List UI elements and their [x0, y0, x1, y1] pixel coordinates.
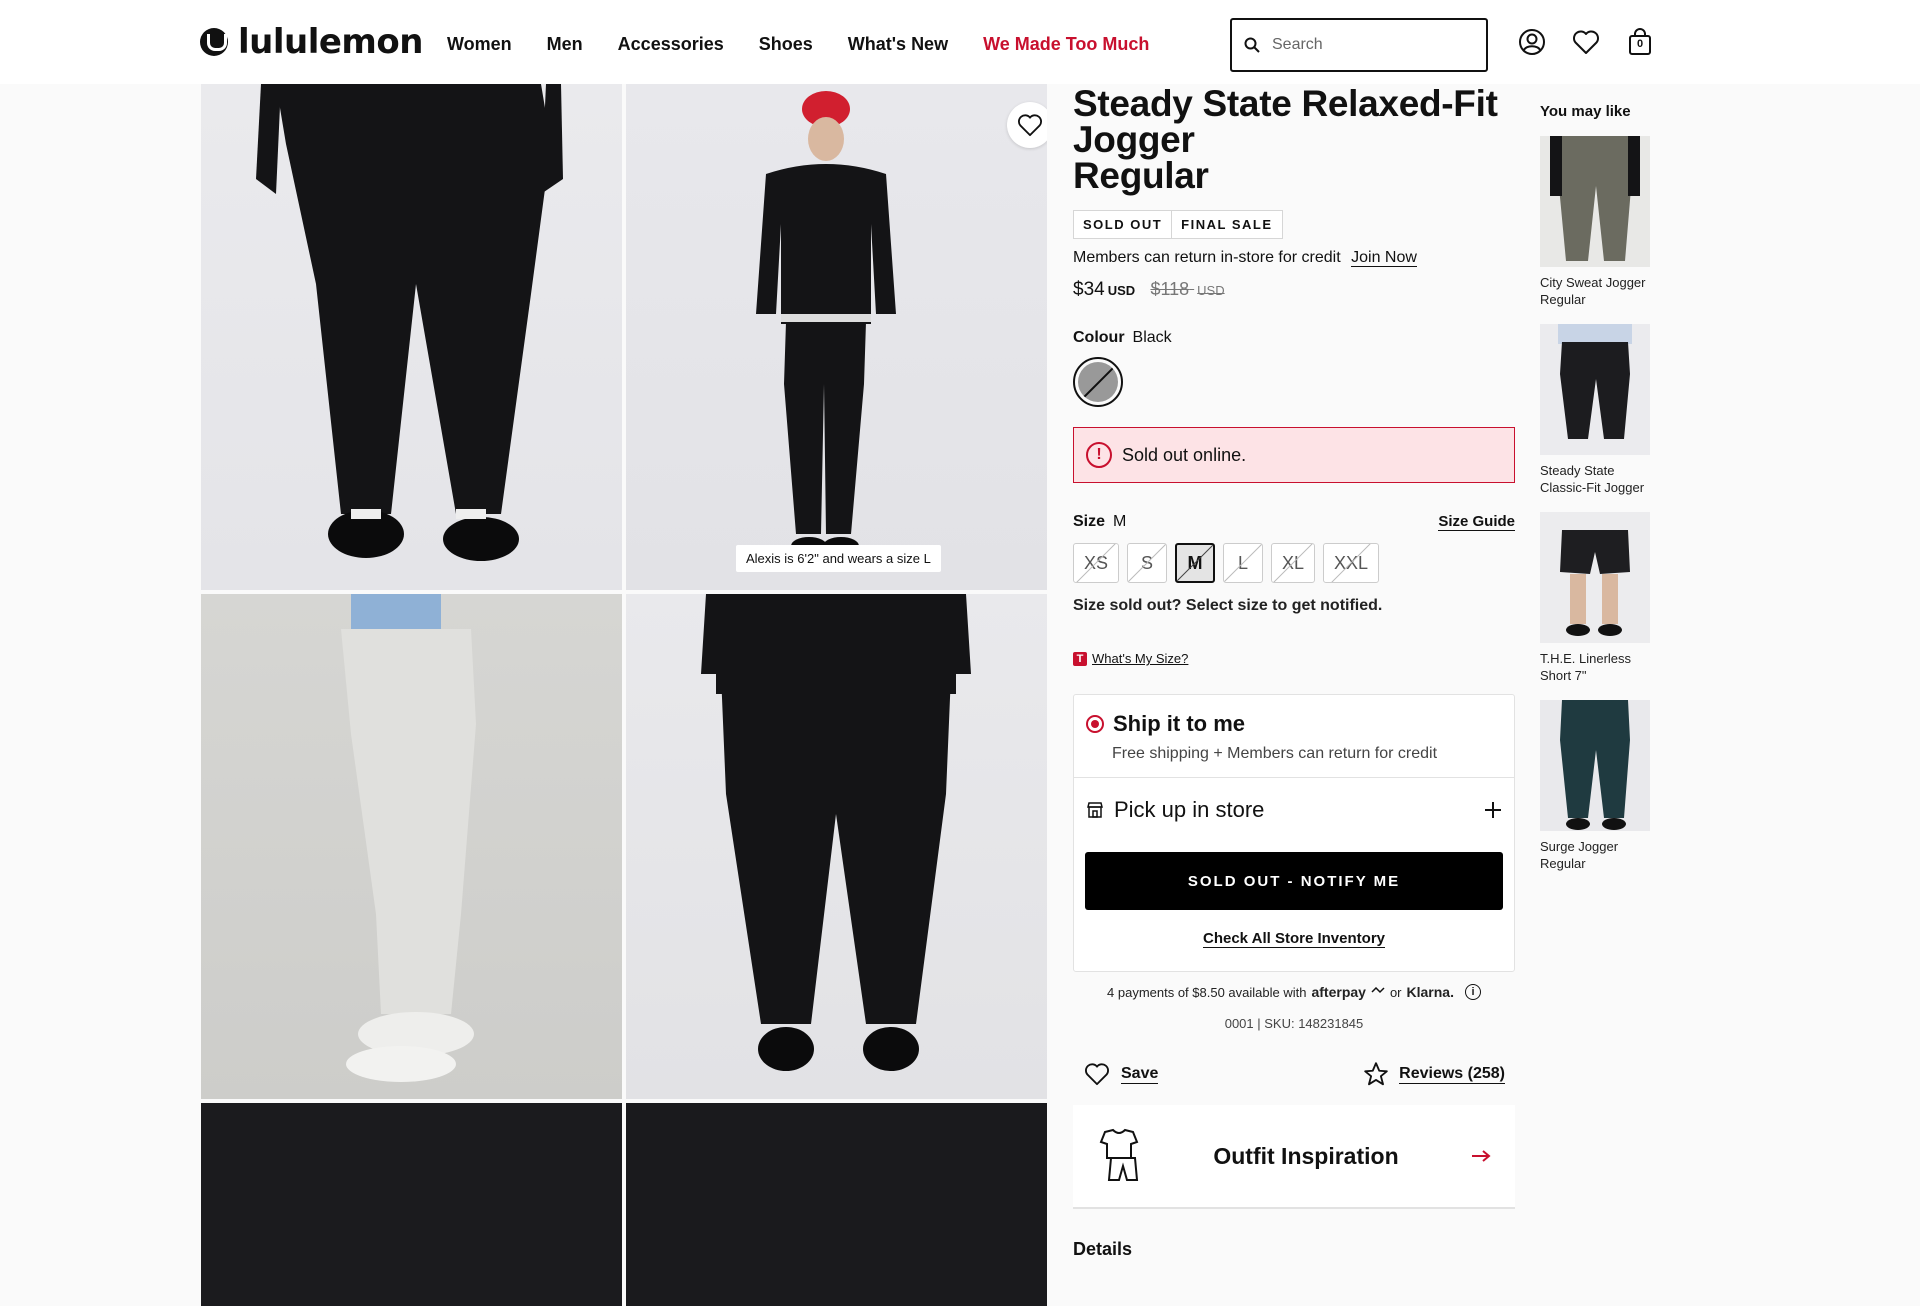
whats-my-size[interactable]: T What's My Size? — [1073, 651, 1515, 666]
save-button[interactable]: Save — [1083, 1061, 1159, 1087]
details-heading: Details — [1073, 1239, 1133, 1259]
info-icon[interactable]: i — [1464, 984, 1481, 1000]
search-icon — [1244, 37, 1260, 53]
outfit-icon — [1099, 1128, 1139, 1181]
brand-logo[interactable]: lululemon — [200, 22, 423, 62]
nav-we-made-too-much[interactable]: We Made Too Much — [983, 34, 1149, 55]
product-image-detail-1[interactable] — [201, 1103, 622, 1306]
recommendation-item[interactable]: Surge Jogger Regular — [1540, 700, 1654, 872]
recommendation-item[interactable]: T.H.E. Linerless Short 7" — [1540, 512, 1654, 684]
afterpay-logo: afterpay — [1311, 984, 1366, 1000]
image-wishlist-button[interactable] — [1007, 102, 1047, 148]
product-image-full-model[interactable]: Alexis is 6'2" and wears a size L — [626, 84, 1047, 590]
recommendation-image[interactable] — [1540, 512, 1650, 643]
product-image-detail-2[interactable] — [626, 1103, 1047, 1306]
product-info: Steady State Relaxed-Fit Jogger Regular … — [1073, 84, 1515, 1260]
payment-options: 4 payments of $8.50 available with after… — [1073, 984, 1515, 1000]
true-fit-icon: T — [1073, 651, 1087, 666]
sale-price: $34 — [1073, 279, 1105, 300]
size-button-xxl[interactable]: XXL — [1323, 543, 1380, 583]
you-may-like: You may like City Sweat Jogger Regular S… — [1540, 103, 1654, 872]
size-selector: XS S M L XL XXL — [1073, 543, 1515, 583]
size-guide-link[interactable]: Size Guide — [1438, 513, 1515, 531]
store-icon — [1087, 802, 1103, 818]
notify-me-button[interactable]: SOLD OUT - NOTIFY ME — [1085, 852, 1503, 910]
save-reviews-row: Save Reviews (258) — [1073, 1061, 1515, 1087]
logo-mark-icon — [200, 28, 228, 56]
whats-my-size-link[interactable]: What's My Size? — [1092, 651, 1188, 666]
main-nav: Women Men Accessories Shoes What's New W… — [447, 34, 1149, 55]
original-price: $118 USD — [1150, 279, 1225, 299]
recommendation-image[interactable] — [1540, 700, 1650, 831]
cart-count: 0 — [1636, 38, 1644, 50]
badge-final-sale: FINAL SALE — [1171, 210, 1283, 239]
pickup-option[interactable]: Pick up in store — [1074, 778, 1514, 842]
sold-out-alert: ! Sold out online. — [1073, 427, 1515, 483]
account-icon[interactable] — [1518, 28, 1546, 56]
heart-icon — [1085, 1063, 1109, 1086]
size-button-xs[interactable]: XS — [1073, 543, 1120, 583]
klarna-logo: Klarna. — [1406, 984, 1454, 1000]
fulfillment-box: Ship it to me Free shipping + Members ca… — [1073, 694, 1515, 972]
badge-sold-out: SOLD OUT — [1073, 210, 1173, 239]
nav-men[interactable]: Men — [547, 34, 583, 55]
size-sold-note: Size sold out? Select size to get notifi… — [1073, 597, 1383, 614]
ship-it-option[interactable]: Ship it to me Free shipping + Members ca… — [1074, 695, 1514, 778]
member-return-note: Members can return in-store for credit J… — [1073, 249, 1417, 267]
product-image-front-legs[interactable] — [201, 84, 622, 590]
product-title: Steady State Relaxed-Fit Jogger Regular — [1073, 83, 1498, 196]
recommendation-image[interactable] — [1540, 324, 1650, 455]
colour-swatch-black[interactable] — [1073, 357, 1123, 407]
recommendation-image[interactable] — [1540, 136, 1650, 267]
you-may-like-title: You may like — [1540, 103, 1631, 120]
nav-accessories[interactable]: Accessories — [618, 34, 724, 55]
search-box[interactable] — [1230, 18, 1488, 72]
plus-icon[interactable] — [1484, 801, 1502, 819]
reviews-link[interactable]: Reviews (258) — [1363, 1061, 1505, 1087]
price: $34 USD $118 USD — [1073, 279, 1225, 300]
heart-icon — [1018, 114, 1042, 137]
product-image-back[interactable] — [626, 594, 1047, 1099]
recommendation-item[interactable]: Steady State Classic-Fit Jogger — [1540, 324, 1654, 496]
nav-whats-new[interactable]: What's New — [848, 34, 948, 55]
product-badges: SOLD OUT FINAL SALE — [1073, 210, 1515, 239]
alert-icon: ! — [1086, 442, 1112, 468]
nav-shoes[interactable]: Shoes — [759, 34, 813, 55]
site-header: lululemon Women Men Accessories Shoes Wh… — [0, 0, 1920, 84]
wishlist-heart-icon[interactable] — [1572, 28, 1600, 56]
sku: 0001 | SKU: 148231845 — [1224, 1016, 1364, 1031]
check-inventory: Check All Store Inventory — [1074, 930, 1514, 948]
colour-value: Black — [1132, 329, 1172, 346]
size-button-s[interactable]: S — [1127, 543, 1168, 583]
nav-women[interactable]: Women — [447, 34, 512, 55]
search-input[interactable] — [1272, 36, 1462, 54]
arrow-right-icon — [1472, 1150, 1491, 1162]
header-icons: 0 — [1518, 28, 1654, 56]
colour-line: Colour Black — [1073, 329, 1172, 346]
product-gallery: Alexis is 6'2" and wears a size L — [201, 84, 1047, 1306]
size-value: M — [1113, 513, 1127, 530]
join-now-link[interactable]: Join Now — [1351, 249, 1417, 267]
size-button-xl[interactable]: XL — [1271, 543, 1316, 583]
shopping-bag-icon[interactable]: 0 — [1626, 28, 1654, 56]
brand-name: lululemon — [238, 22, 423, 62]
size-button-m[interactable]: M — [1175, 543, 1216, 583]
size-row: Size M Size Guide — [1073, 513, 1515, 531]
radio-selected-icon[interactable] — [1086, 715, 1104, 733]
star-icon — [1364, 1062, 1388, 1086]
outfit-inspiration[interactable]: Outfit Inspiration — [1073, 1105, 1515, 1209]
recommendation-item[interactable]: City Sweat Jogger Regular — [1540, 136, 1654, 308]
model-size-note: Alexis is 6'2" and wears a size L — [736, 545, 941, 572]
product-image-side-grey[interactable] — [201, 594, 622, 1099]
size-button-l[interactable]: L — [1223, 543, 1264, 583]
check-inventory-link[interactable]: Check All Store Inventory — [1203, 930, 1385, 948]
afterpay-arrows-icon — [1371, 987, 1385, 994]
